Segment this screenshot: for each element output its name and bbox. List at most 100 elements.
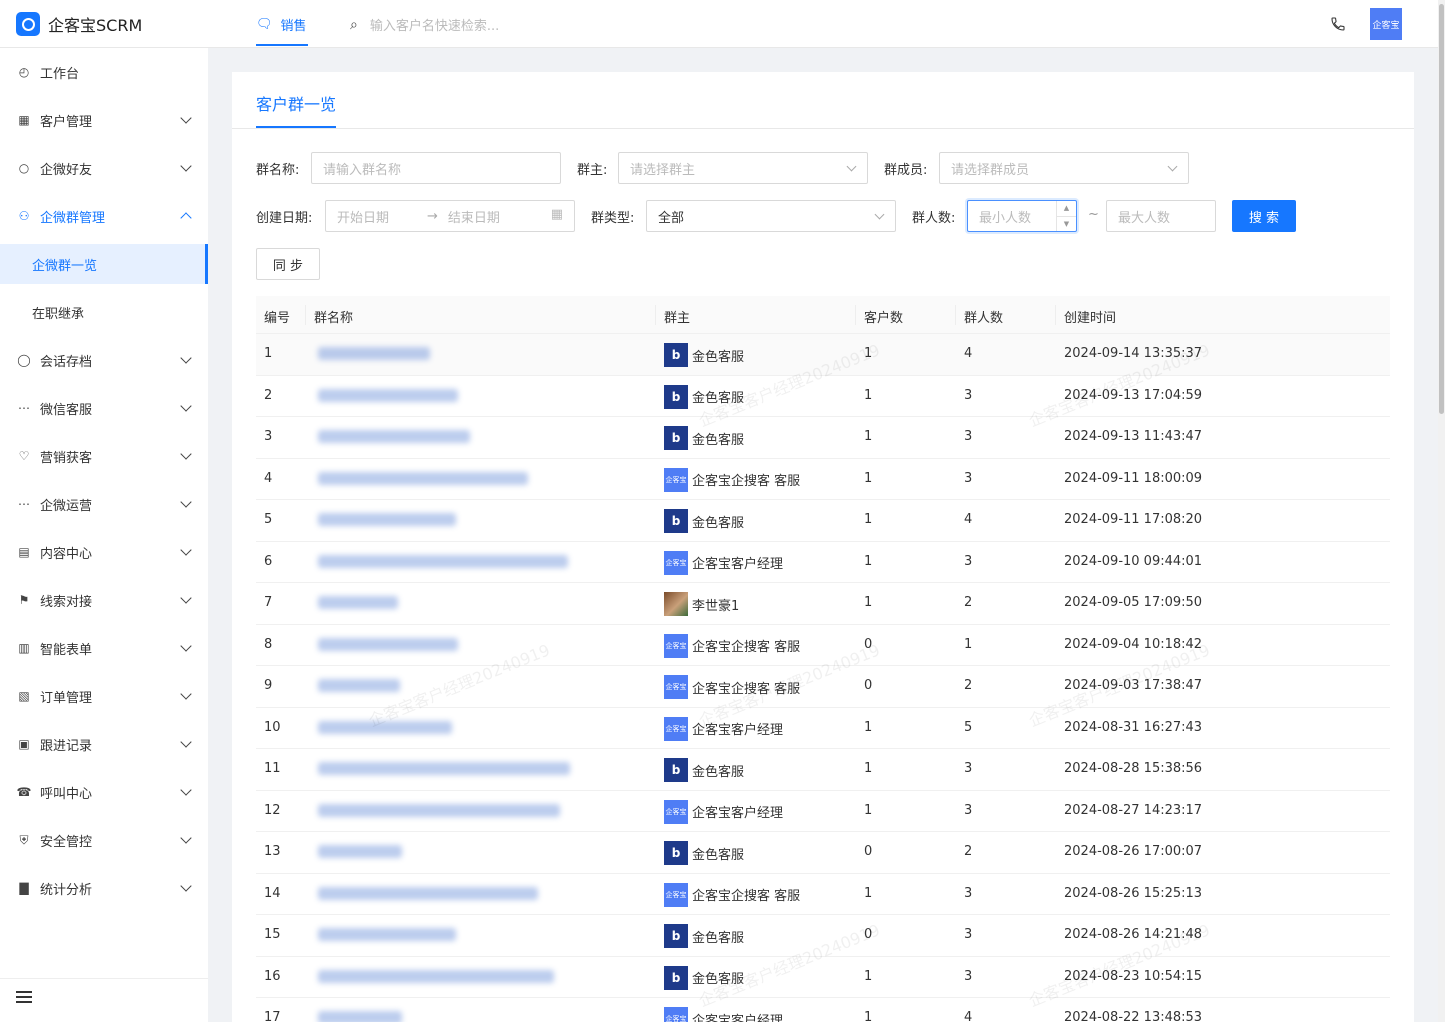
table-row[interactable]: 8 企客宝 企客宝企搜客 客服 0 1 2024-09-04 10:18:42 [256,625,1390,667]
date-range-picker[interactable]: 开始日期 → 结束日期 ▦ [325,200,575,232]
owner-select[interactable]: 请选择群主 [618,152,868,184]
table-row[interactable]: 7 李世豪1 1 2 2024-09-05 17:09:50 [256,583,1390,625]
group-name-redacted[interactable] [318,471,528,485]
table-row[interactable]: 2 b 金色客服 1 3 2024-09-13 17:04:59 [256,376,1390,418]
max-count-input[interactable]: 最大人数 [1106,200,1216,232]
end-date-input[interactable]: 结束日期 [448,207,500,226]
col-created: 创建时间 [1064,311,1117,326]
sidebar-item-marketing[interactable]: ♡ 营销获客 [0,432,208,480]
group-name-redacted[interactable] [318,388,458,402]
sidebar-item-workbench[interactable]: ◴ 工作台 [0,48,208,96]
sidebar-item-label: 订单管理 [40,690,93,706]
customer-search[interactable]: ⌕ 输入客户名快速检索... [350,15,499,35]
sidebar-item-label: 客户管理 [40,114,93,130]
scrollbar-thumb[interactable] [1439,4,1444,414]
sidebar-item-clues[interactable]: ⚑ 线索对接 [0,576,208,624]
table-row[interactable]: 10 企客宝 企客宝客户经理 1 5 2024-08-31 16:27:43 [256,708,1390,750]
sidebar-footer [0,978,208,1022]
chevron-up-icon [180,212,192,224]
sidebar-item-followup[interactable]: ▣ 跟进记录 [0,720,208,768]
sidebar-item-customers[interactable]: ▦ 客户管理 [0,96,208,144]
group-name-redacted[interactable] [318,969,554,983]
group-name-redacted[interactable] [318,596,398,609]
table-row[interactable]: 17 企客宝 企客宝客户经理 1 4 2024-08-22 13:48:53 [256,998,1390,1022]
top-header: 企客宝SCRM 🗨 销售 ⌕ 输入客户名快速检索... 企客宝 [0,0,1438,48]
cell-owner: 企客宝 企客宝企搜客 客服 [664,633,800,658]
table-row[interactable]: 15 b 金色客服 0 3 2024-08-26 14:21:48 [256,915,1390,957]
group-name-redacted[interactable] [318,679,400,692]
table-row[interactable]: 13 b 金色客服 0 2 2024-08-26 17:00:07 [256,832,1390,874]
group-name-redacted[interactable] [318,762,570,775]
sidebar-item-operations[interactable]: ⋯ 企微运营 [0,480,208,528]
group-name-redacted[interactable] [318,637,458,651]
created-date-label: 创建日期: [256,211,313,226]
sidebar-item-label: 内容中心 [40,546,93,562]
sidebar-sub-inheritance[interactable]: 在职继承 [0,292,208,332]
cell-customers: 1 [864,346,873,361]
table-row[interactable]: 16 b 金色客服 1 3 2024-08-23 10:54:15 [256,957,1390,999]
search-input[interactable]: 输入客户名快速检索... [370,15,499,34]
table-row[interactable]: 12 企客宝 企客宝客户经理 1 3 2024-08-27 14:23:17 [256,791,1390,833]
sidebar-item-statistics[interactable]: ▇ 统计分析 [0,864,208,912]
group-name-redacted[interactable] [318,430,470,443]
sidebar-item-content[interactable]: ▤ 内容中心 [0,528,208,576]
table-row[interactable]: 6 企客宝 企客宝客户经理 1 3 2024-09-10 09:44:01 [256,542,1390,584]
cell-members: 3 [964,885,973,901]
group-name-redacted[interactable] [318,554,568,568]
tab-group-list[interactable]: 客户群一览 [256,91,336,115]
stepper-down-icon[interactable]: ▼ [1057,215,1076,232]
stepper-up-icon[interactable]: ▲ [1057,201,1076,216]
table-row[interactable]: 5 b 金色客服 1 4 2024-09-11 17:08:20 [256,500,1390,542]
min-count-input[interactable]: 最小人数 ▲ ▼ [967,200,1077,232]
table-row[interactable]: 3 b 金色客服 1 3 2024-09-13 11:43:47 [256,417,1390,459]
sidebar-item-friends[interactable]: ○ 企微好友 [0,144,208,192]
cell-created: 2024-09-11 17:08:20 [1064,512,1203,527]
sidebar-item-wechat-service[interactable]: ⋯ 微信客服 [0,384,208,432]
cell-members: 2 [964,678,973,693]
group-name-redacted[interactable] [318,845,402,858]
sidebar-item-security[interactable]: ⛨ 安全管控 [0,816,208,864]
cell-owner: 李世豪1 [664,592,739,616]
group-name-redacted[interactable] [318,803,560,817]
app-logo[interactable]: 企客宝SCRM [16,12,142,36]
collapse-menu-icon[interactable] [16,991,32,1003]
table-row[interactable]: 14 企客宝 企客宝企搜客 客服 1 3 2024-08-26 15:25:13 [256,874,1390,916]
group-name-input[interactable]: 请输入群名称 [311,152,561,184]
sidebar-item-chat-archive[interactable]: ◯ 会话存档 [0,336,208,384]
page-scrollbar[interactable] [1438,0,1445,1022]
group-name-redacted[interactable] [318,513,456,526]
member-select[interactable]: 请选择群成员 [939,152,1189,184]
cell-customers: 1 [864,719,873,735]
table-row[interactable]: 4 企客宝 企客宝企搜客 客服 1 3 2024-09-11 18:00:09 [256,459,1390,501]
table-row[interactable]: 1 b 金色客服 1 4 2024-09-14 13:35:37 [256,334,1390,376]
sidebar-item-call-center[interactable]: ☎ 呼叫中心 [0,768,208,816]
table-row[interactable]: 9 企客宝 企客宝企搜客 客服 0 2 2024-09-03 17:38:47 [256,666,1390,708]
table-row[interactable]: 11 b 金色客服 1 3 2024-08-28 15:38:56 [256,749,1390,791]
cell-id: 15 [264,927,281,942]
cell-created: 2024-08-31 16:27:43 [1064,719,1203,735]
sidebar-sub-group-list[interactable]: 企微群一览 [0,244,208,284]
nav-tab-sales[interactable]: 🗨 销售 [256,0,307,48]
group-name-redacted[interactable] [318,886,538,900]
chevron-down-icon [180,880,192,892]
cell-created: 2024-08-26 17:00:07 [1064,844,1203,859]
sync-button[interactable]: 同 步 [256,248,320,280]
owner-avatar: 企客宝 [664,1007,688,1022]
cell-owner: 企客宝 企客宝客户经理 [664,550,783,575]
sidebar-item-forms[interactable]: ▥ 智能表单 [0,624,208,672]
start-date-input[interactable]: 开始日期 [337,207,389,226]
group-name-redacted[interactable] [318,1011,402,1022]
sidebar-item-orders[interactable]: ▧ 订单管理 [0,672,208,720]
owner-avatar: 企客宝 [664,716,688,741]
search-button[interactable]: 搜 索 [1232,200,1296,232]
group-type-select[interactable]: 全部 [646,200,896,232]
phone-icon[interactable] [1328,14,1348,34]
user-avatar[interactable]: 企客宝 [1370,8,1402,40]
number-stepper[interactable]: ▲ ▼ [1056,201,1076,231]
group-name-redacted[interactable] [318,720,452,734]
group-name-redacted[interactable] [318,347,430,360]
sidebar-item-group-management[interactable]: ⚇ 企微群管理 [0,192,208,240]
sidebar-item-label: 工作台 [40,66,80,82]
group-name-redacted[interactable] [318,928,456,941]
cell-created: 2024-09-03 17:38:47 [1064,678,1203,693]
